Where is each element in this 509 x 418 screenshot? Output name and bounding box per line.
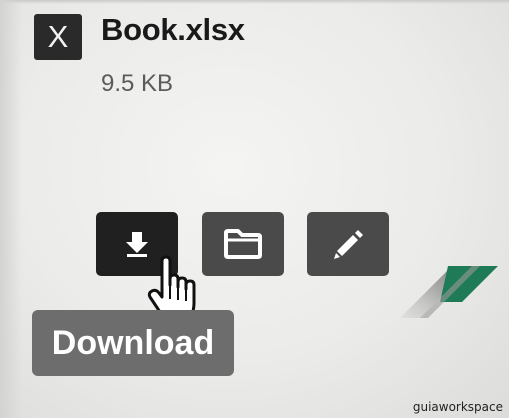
download-tooltip: Download — [32, 310, 234, 376]
file-name: Book.xlsx — [101, 12, 245, 47]
card-top-shadow — [0, 0, 509, 4]
download-arrow-icon — [126, 232, 148, 257]
excel-file-icon: X — [34, 14, 82, 60]
card-left-shadow — [0, 0, 22, 418]
excel-accent-shape — [400, 266, 498, 318]
file-card: X Book.xlsx 9.5 KB Download guiaworkspac… — [0, 0, 509, 418]
folder-icon — [224, 229, 262, 259]
watermark: guiaworkspace — [412, 400, 503, 414]
pencil-icon — [334, 230, 363, 259]
rename-button[interactable] — [307, 212, 389, 276]
file-size: 9.5 KB — [101, 70, 174, 97]
open-folder-button[interactable] — [202, 212, 284, 276]
